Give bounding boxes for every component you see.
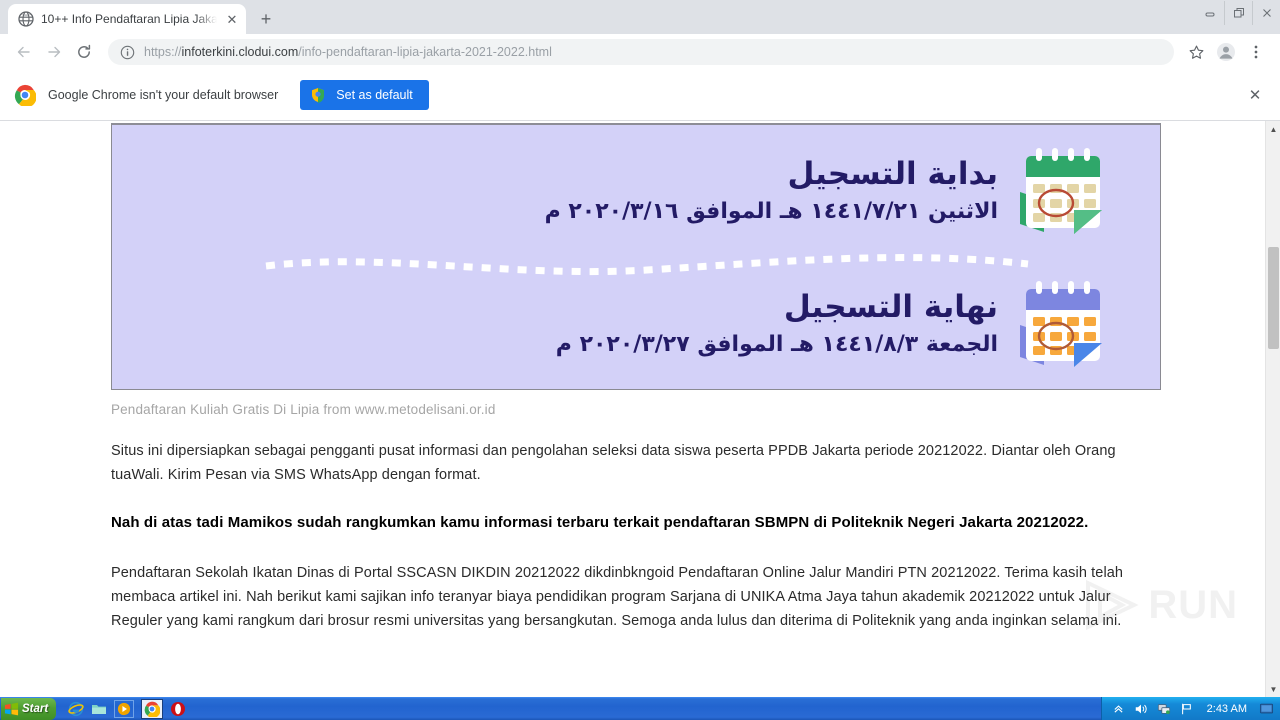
file-explorer-icon[interactable]	[91, 701, 107, 717]
url-text: https://infoterkini.clodui.com/info-pend…	[144, 45, 552, 60]
google-chrome-icon[interactable]	[141, 698, 164, 719]
network-icon[interactable]	[1157, 701, 1172, 716]
web-page-content: بداية التسجيل الاثنين ١٤٤١/٧/٢١ هـ الموا…	[0, 121, 1266, 655]
system-tray: 2:43 AM	[1100, 697, 1280, 720]
start-label: Start	[22, 702, 49, 715]
calendar-green-icon	[1014, 146, 1112, 238]
tab-title: 10++ Info Pendaftaran Lipia Jakarta	[41, 12, 217, 26]
scroll-down-arrow-icon[interactable]: ▼	[1266, 681, 1280, 697]
banner-end-heading: نهاية التسجيل	[783, 289, 998, 326]
media-player-icon[interactable]	[114, 699, 135, 718]
tab-strip: 10++ Info Pendaftaran Lipia Jakarta ✕ +	[0, 0, 1280, 34]
site-info-icon[interactable]	[120, 45, 135, 60]
flag-icon[interactable]	[1180, 701, 1195, 716]
calendar-blue-icon	[1014, 279, 1112, 371]
browser-window: 10++ Info Pendaftaran Lipia Jakarta ✕ +	[0, 0, 1280, 720]
article-paragraph-3: Pendaftaran Sekolah Ikatan Dinas di Port…	[111, 565, 1124, 629]
window-controls	[1196, 0, 1280, 26]
taskbar-clock[interactable]: 2:43 AM	[1207, 703, 1247, 715]
windows-taskbar: Start 2:43 AM	[0, 697, 1280, 720]
windows-flag-icon	[4, 702, 19, 716]
new-tab-button[interactable]: +	[252, 5, 280, 33]
chrome-menu-icon[interactable]	[1242, 38, 1270, 66]
volume-icon[interactable]	[1134, 701, 1149, 716]
article-body: Situs ini dipersiapkan sebagai pengganti…	[111, 439, 1146, 633]
set-as-default-button[interactable]: Set as default	[300, 80, 429, 110]
shield-icon	[310, 87, 326, 103]
banner-start-date: الاثنين ١٤٤١/٧/٢١ هـ الموافق ٢٠٢٠/٣/١٦ م	[544, 198, 998, 224]
scroll-up-arrow-icon[interactable]: ▲	[1266, 121, 1280, 137]
default-browser-infobar: Google Chrome isn't your default browser…	[0, 70, 1280, 121]
globe-favicon	[18, 11, 34, 27]
profile-avatar[interactable]	[1212, 38, 1240, 66]
banner-section-start: بداية التسجيل الاثنين ١٤٤١/٧/٢١ هـ الموا…	[112, 125, 1160, 258]
url-host: infoterkini.clodui.com	[181, 44, 299, 59]
image-caption: Pendaftaran Kuliah Gratis Di Lipia from …	[111, 402, 496, 417]
page-scrollbar[interactable]: ▲ ▼	[1265, 121, 1280, 697]
url-scheme: https://	[144, 44, 182, 59]
anyrun-watermark-text: RUN	[1148, 582, 1238, 627]
minimize-button[interactable]	[1196, 1, 1224, 25]
reload-button[interactable]	[70, 38, 98, 66]
banner-section-end: نهاية التسجيل الجمعة ١٤٤١/٨/٣ هـ الموافق…	[112, 258, 1160, 389]
back-button[interactable]	[10, 38, 38, 66]
restore-button[interactable]	[1224, 1, 1252, 25]
show-hidden-icons-icon[interactable]	[1111, 701, 1126, 716]
browser-toolbar: https://infoterkini.clodui.com/info-pend…	[0, 34, 1280, 70]
infobar-message: Google Chrome isn't your default browser	[48, 88, 279, 102]
chrome-logo-icon	[14, 84, 37, 108]
banner-section-start-text: بداية التسجيل الاثنين ١٤٤١/٧/٢١ هـ الموا…	[545, 155, 998, 228]
set-as-default-label: Set as default	[336, 88, 413, 102]
banner-start-heading: بداية التسجيل	[787, 156, 998, 193]
browser-tab[interactable]: 10++ Info Pendaftaran Lipia Jakarta ✕	[8, 4, 246, 34]
page-viewport: بداية التسجيل الاثنين ١٤٤١/٧/٢١ هـ الموا…	[0, 121, 1280, 697]
opera-icon[interactable]	[170, 701, 186, 717]
start-button[interactable]: Start	[1, 697, 57, 720]
infobar-close-icon[interactable]: ✕	[1244, 84, 1266, 106]
bookmark-star-icon[interactable]	[1182, 38, 1210, 66]
quick-launch-bar	[68, 698, 186, 719]
monitor-icon[interactable]	[1259, 701, 1274, 716]
address-bar[interactable]: https://infoterkini.clodui.com/info-pend…	[108, 39, 1174, 65]
forward-button[interactable]	[40, 38, 68, 66]
url-path: /info-pendaftaran-lipia-jakarta-2021-202…	[298, 44, 552, 59]
article-paragraph-2: Nah di atas tadi Mamikos sudah rangkumka…	[111, 514, 1089, 531]
article-paragraph-1: Situs ini dipersiapkan sebagai pengganti…	[111, 443, 1116, 483]
close-button[interactable]	[1252, 1, 1280, 25]
internet-explorer-icon[interactable]	[68, 701, 84, 717]
banner-end-date: الجمعة ١٤٤١/٨/٣ هـ الموافق ٢٠٢٠/٣/٢٧ م	[555, 331, 998, 357]
tab-close-icon[interactable]: ✕	[224, 11, 240, 27]
registration-banner-image: بداية التسجيل الاثنين ١٤٤١/٧/٢١ هـ الموا…	[111, 123, 1161, 390]
banner-section-end-text: نهاية التسجيل الجمعة ١٤٤١/٨/٣ هـ الموافق…	[556, 288, 998, 361]
scrollbar-thumb[interactable]	[1268, 247, 1279, 349]
